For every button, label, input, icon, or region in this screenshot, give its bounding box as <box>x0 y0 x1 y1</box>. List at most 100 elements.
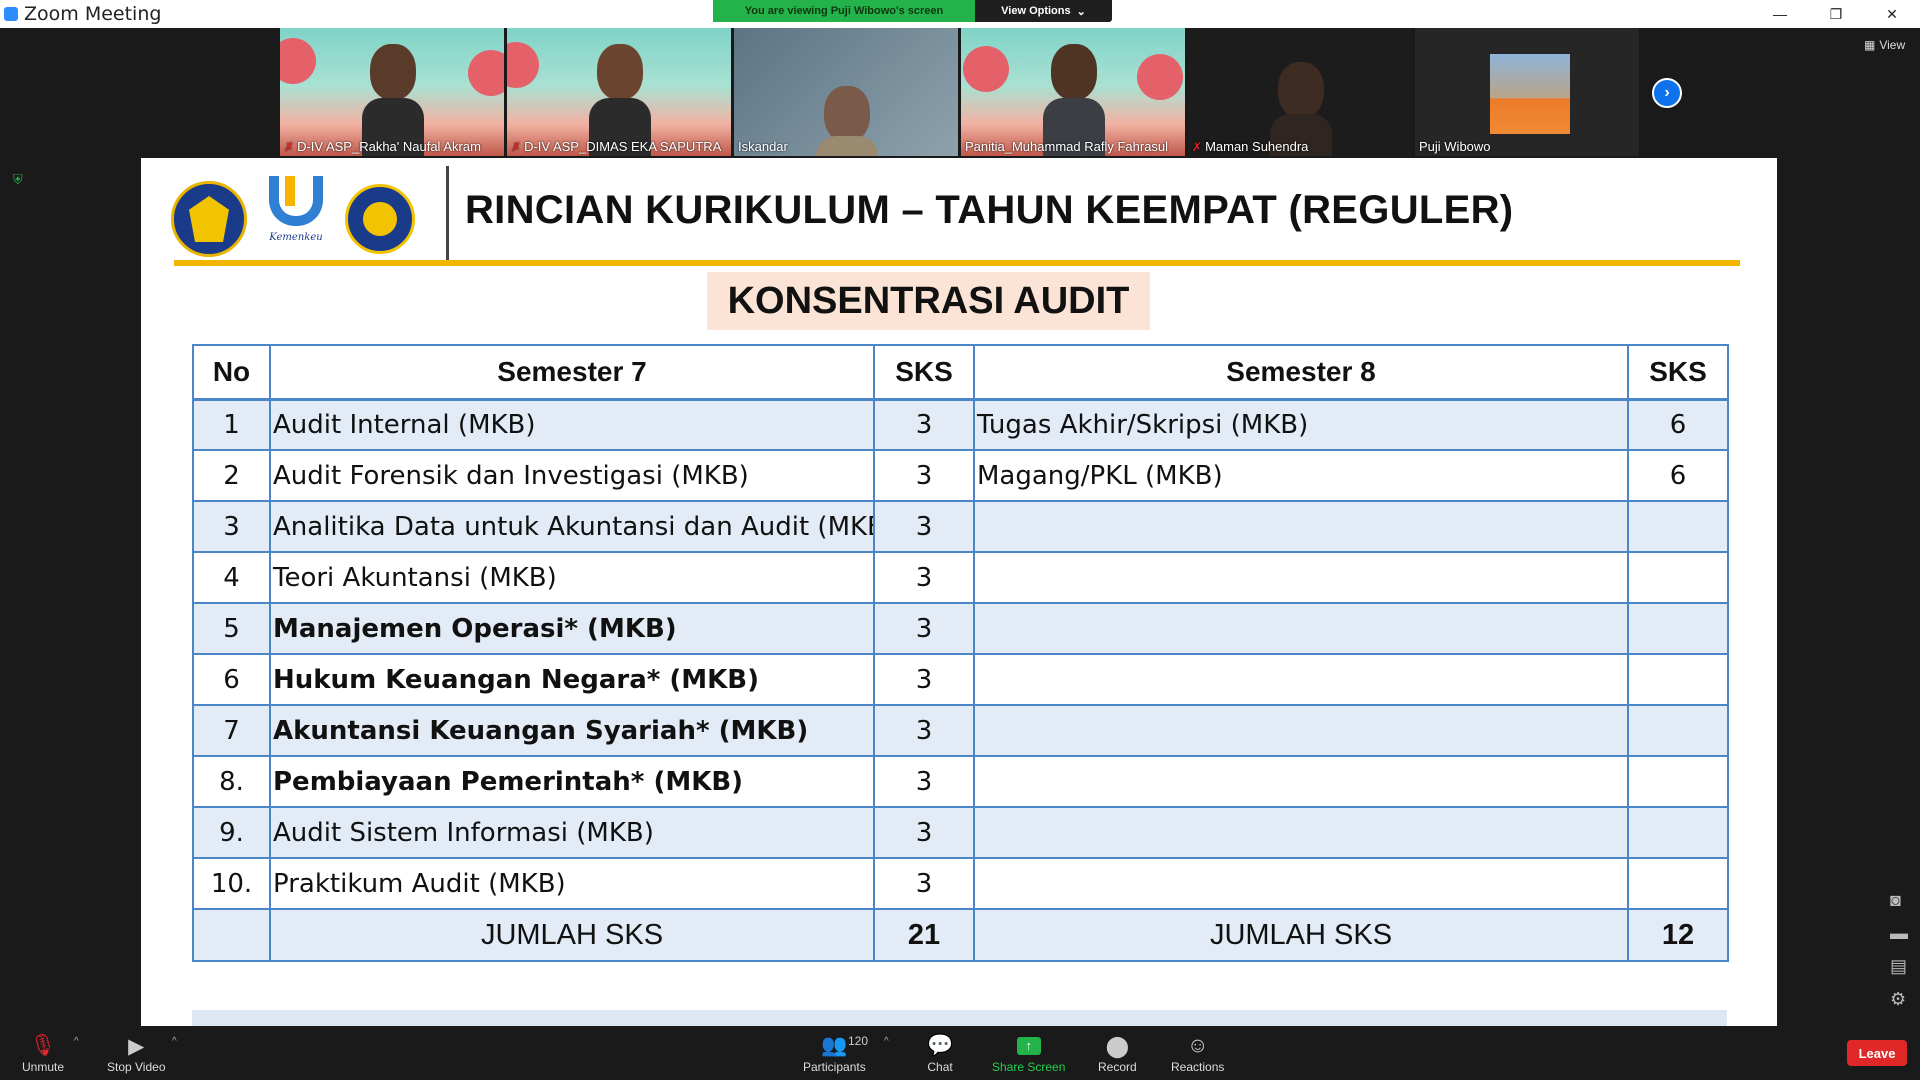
record-button[interactable]: ⬤ Record <box>1098 1032 1137 1075</box>
chat-button[interactable]: 💬 Chat <box>927 1032 953 1074</box>
cut-off-footer-note <box>192 1010 1727 1026</box>
minimize-button[interactable]: — <box>1752 0 1808 28</box>
mic-muted-icon: ✗ <box>284 139 295 154</box>
semester-8-course: Magang/PKL (MKB) <box>973 449 1629 502</box>
view-options-label: View Options <box>1001 5 1071 17</box>
participant-name-tag: Panitia_Muhammad Rafly Fahrasul <box>965 139 1168 154</box>
table-row: 8. Pembiayaan Pemerintah* (MKB) 3 <box>192 755 1729 808</box>
view-layout-button[interactable]: ▦ View <box>1864 38 1905 52</box>
total-row: JUMLAH SKS 21 JUMLAH SKS 12 <box>192 908 1729 962</box>
row-number: 7 <box>192 704 271 757</box>
participant-tile[interactable]: Iskandar <box>734 28 958 156</box>
row-number: 4 <box>192 551 271 604</box>
row-number: 8. <box>192 755 271 808</box>
semester-7-course: Pembiayaan Pemerintah* (MKB) <box>269 755 875 808</box>
view-options-button[interactable]: View Options ⌄ <box>975 0 1112 22</box>
smiley-icon: ☺ <box>1186 1034 1209 1057</box>
participant-tile-active-speaker[interactable]: Panitia_Muhammad Rafly Fahrasul <box>961 28 1185 156</box>
semester-8-sks <box>1627 704 1729 757</box>
record-label: Record <box>1098 1060 1137 1074</box>
close-button[interactable]: ✕ <box>1864 0 1920 28</box>
participants-icon: 👥 <box>821 1034 848 1057</box>
semester-7-course: Audit Forensik dan Investigasi (MKB) <box>269 449 875 502</box>
semester-8-course <box>973 755 1629 808</box>
side-toolbar: ◙ ▬ ▤ ⚙ <box>1890 890 1908 1010</box>
audio-options-caret-icon[interactable]: ^ <box>74 1036 79 1047</box>
window-controls: — ❐ ✕ <box>1752 0 1920 28</box>
institution-logos: Kemenkeu <box>171 176 415 262</box>
reactions-button[interactable]: ☺ Reactions <box>1171 1032 1224 1074</box>
participant-name-tag: ✗ D-IV ASP_Rakha' Naufal Akram <box>284 139 481 154</box>
total-row-blank <box>192 908 271 962</box>
semester-8-sks <box>1627 500 1729 553</box>
participant-video <box>816 44 878 156</box>
table-row: 9. Audit Sistem Informasi (MKB) 3 <box>192 806 1729 859</box>
semester-7-sks: 3 <box>873 398 975 451</box>
row-number: 1 <box>192 398 271 451</box>
participants-caret-icon[interactable]: ^ <box>884 1036 889 1047</box>
semester-8-course: Tugas Akhir/Skripsi (MKB) <box>973 398 1629 451</box>
participant-tile[interactable]: Puji Wibowo <box>1415 28 1639 156</box>
header-divider <box>446 166 449 260</box>
participant-tile[interactable]: ✗ D-IV ASP_Rakha' Naufal Akram <box>280 28 504 156</box>
video-options-caret-icon[interactable]: ^ <box>172 1036 177 1047</box>
chevron-right-icon: › <box>1664 84 1670 101</box>
stop-video-button[interactable]: ▶ Stop Video <box>107 1032 166 1075</box>
table-row: 4 Teori Akuntansi (MKB) 3 <box>192 551 1729 604</box>
semester-8-course <box>973 500 1629 553</box>
participant-tile[interactable]: ✗ Maman Suhendra <box>1188 28 1412 156</box>
share-screen-button[interactable]: ↑ Share Screen <box>992 1032 1065 1074</box>
semester-8-sks <box>1627 653 1729 706</box>
table-row: 6 Hukum Keuangan Negara* (MKB) 3 <box>192 653 1729 706</box>
reactions-label: Reactions <box>1171 1060 1225 1074</box>
semester-8-course <box>973 806 1629 859</box>
chat-label: Chat <box>927 1060 953 1074</box>
unmute-button[interactable]: 🎙 Unmute <box>22 1032 64 1074</box>
camera-icon[interactable]: ◙ <box>1890 890 1908 911</box>
gear-icon[interactable]: ⚙ <box>1890 989 1908 1010</box>
slide-subtitle: KONSENTRASI AUDIT <box>707 272 1150 330</box>
gallery-icon[interactable]: ▤ <box>1890 956 1908 977</box>
video-icon[interactable]: ▬ <box>1890 923 1908 944</box>
background-decoration <box>963 46 1009 92</box>
participant-name-tag: Puji Wibowo <box>1419 139 1491 154</box>
mic-muted-icon: 🎙 <box>29 1034 57 1057</box>
participant-name: Panitia_Muhammad Rafly Fahrasul <box>965 139 1169 154</box>
semester-8-sks <box>1627 806 1729 859</box>
participants-label: Participants <box>803 1060 866 1074</box>
semester-7-total-label: JUMLAH SKS <box>269 908 875 962</box>
chat-icon: 💬 <box>927 1034 954 1057</box>
screen-share-banner: You are viewing Puji Wibowo's screen Vie… <box>713 0 1112 22</box>
semester-8-course <box>973 653 1629 706</box>
table-row: 7 Akuntansi Keuangan Syariah* (MKB) 3 <box>192 704 1729 757</box>
participant-tile[interactable]: ✗ D-IV ASP_DIMAS EKA SAPUTRA <box>507 28 731 156</box>
participant-count: 120 <box>848 1034 869 1048</box>
participant-name: D-IV ASP_DIMAS EKA SAPUTRA <box>524 139 722 154</box>
table-header-row: No Semester 7 SKS Semester 8 SKS <box>192 344 1729 401</box>
semester-7-sks: 3 <box>873 653 975 706</box>
semester-7-course: Audit Internal (MKB) <box>269 398 875 451</box>
semester-8-course <box>973 857 1629 910</box>
semester-8-total-label: JUMLAH SKS <box>973 908 1629 962</box>
participant-name: Maman Suhendra <box>1205 139 1309 154</box>
background-decoration <box>1137 54 1183 100</box>
semester-7-course: Manajemen Operasi* (MKB) <box>269 602 875 655</box>
column-header-sks-8: SKS <box>1627 344 1729 401</box>
next-page-button[interactable]: › <box>1652 78 1682 108</box>
grid-icon: ▦ <box>1864 38 1876 52</box>
mic-muted-icon: ✗ <box>1192 139 1203 154</box>
leave-button[interactable]: Leave <box>1847 1040 1907 1066</box>
encryption-shield-icon[interactable]: ⛨ <box>13 172 27 188</box>
restore-button[interactable]: ❐ <box>1808 0 1864 28</box>
semester-7-total-sks: 21 <box>873 908 975 962</box>
semester-7-course: Praktikum Audit (MKB) <box>269 857 875 910</box>
column-header-semester-7: Semester 7 <box>269 344 875 401</box>
participant-video-strip: ✗ D-IV ASP_Rakha' Naufal Akram ✗ D-IV AS… <box>280 28 1639 158</box>
table-row: 1 Audit Internal (MKB) 3 Tugas Akhir/Skr… <box>192 398 1729 451</box>
row-number: 6 <box>192 653 271 706</box>
participant-name: Puji Wibowo <box>1419 139 1491 154</box>
column-header-sks-7: SKS <box>873 344 975 401</box>
semester-8-sks <box>1627 857 1729 910</box>
semester-7-sks: 3 <box>873 551 975 604</box>
share-screen-label: Share Screen <box>992 1060 1066 1074</box>
